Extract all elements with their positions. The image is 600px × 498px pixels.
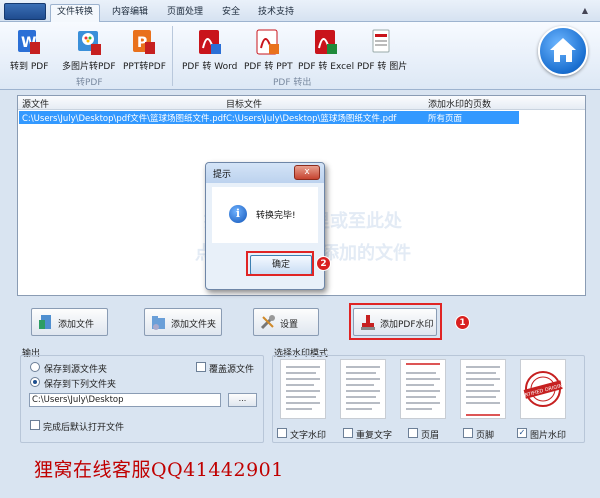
repeat-text-label: 重复文字 (356, 431, 393, 441)
pdf-to-ppt-icon (255, 28, 281, 56)
image-watermark-checkbox[interactable]: ✓ (517, 428, 527, 438)
add-folder-icon (151, 314, 167, 330)
tools-icon (260, 314, 276, 330)
dialog-title: 提示 (213, 170, 232, 180)
file-list-header: 源文件 目标文件 添加水印的页数 (18, 96, 585, 110)
pdf-to-ppt-label: PDF 转 PPT (244, 62, 293, 72)
support-contact-text: 狸窝在线客服QQ41442901 (34, 459, 284, 481)
footer-thumbnail[interactable] (460, 359, 506, 419)
column-target[interactable]: 目标文件 (226, 97, 262, 110)
certified-stamp-icon: CERTIFIED ORIGINAL (518, 371, 569, 407)
home-button[interactable] (538, 26, 588, 76)
images-to-pdf-label: 多图片转PDF (62, 62, 116, 72)
browse-button[interactable]: ... (228, 393, 257, 407)
step-badge-1: 1 (455, 315, 470, 330)
pdf-to-image-icon (369, 28, 395, 56)
text-watermark-checkbox[interactable] (277, 428, 287, 438)
pdf-to-word-icon (197, 28, 223, 56)
dialog-title-bar: 提示 x (206, 163, 324, 183)
tab-security[interactable]: 安全 (216, 5, 246, 22)
tab-file-convert[interactable]: 文件转换 (50, 4, 101, 23)
ppt-to-pdf-button[interactable]: P PPT转PDF (123, 28, 166, 72)
tab-content-edit[interactable]: 内容编辑 (106, 5, 154, 22)
table-row[interactable]: C:\Users\July\Desktop\pdf文件\篮球场图纸文件.pdf … (19, 111, 519, 124)
overwrite-source-label: 覆盖源文件 (209, 365, 255, 375)
pdf-to-image-label: PDF 转 图片 (357, 62, 408, 72)
save-to-folder-radio[interactable] (30, 377, 40, 387)
add-file-label: 添加文件 (58, 320, 95, 330)
word-to-pdf-icon: W (16, 28, 42, 56)
pdf-to-ppt-button[interactable]: PDF 转 PPT (244, 28, 293, 72)
footer-checkbox[interactable] (463, 428, 473, 438)
tab-tech-support[interactable]: 技术支持 (252, 5, 300, 22)
header-checkbox[interactable] (408, 428, 418, 438)
image-watermark-label: 图片水印 (530, 431, 567, 441)
add-file-button[interactable]: 添加文件 (31, 308, 108, 336)
repeat-text-thumbnail[interactable] (340, 359, 386, 419)
repeat-text-checkbox[interactable] (343, 428, 353, 438)
open-after-checkbox[interactable] (30, 420, 40, 430)
ok-highlight-box (246, 251, 314, 276)
text-watermark-thumbnail[interactable] (280, 359, 326, 419)
ribbon-collapse-icon[interactable]: ▲ (582, 6, 588, 15)
images-to-pdf-icon (76, 28, 102, 56)
to-pdf-group-label: 转PDF (76, 78, 103, 88)
pdf-to-image-button[interactable]: PDF 转 图片 (357, 28, 407, 72)
settings-button[interactable]: 设置 (253, 308, 319, 336)
row-target: C:\Users\July\Desktop\篮球场图纸文件.pdf (226, 114, 397, 124)
pdf-to-excel-icon (313, 28, 339, 56)
images-to-pdf-button[interactable]: 多图片转PDF (62, 28, 116, 72)
add-folder-button[interactable]: 添加文件夹 (144, 308, 222, 336)
settings-label: 设置 (280, 320, 299, 330)
column-source[interactable]: 源文件 (22, 97, 49, 110)
output-path-field[interactable]: C:\Users\July\Desktop (29, 393, 221, 407)
word-to-pdf-label: 转到 PDF (10, 62, 49, 72)
dialog-close-button[interactable]: x (294, 165, 320, 180)
open-after-label: 完成后默认打开文件 (43, 423, 125, 433)
word-to-pdf-button[interactable]: W 转到 PDF (10, 28, 48, 72)
home-icon (550, 38, 576, 62)
dialog-message: 转换完毕! (256, 211, 296, 221)
dialog-body: i 转换完毕! (212, 187, 318, 243)
header-label: 页眉 (421, 431, 440, 441)
add-file-icon (38, 314, 54, 330)
pdf-out-group-label: PDF 转出 (273, 78, 312, 88)
ribbon-separator (172, 26, 173, 86)
header-thumbnail[interactable] (400, 359, 446, 419)
tab-page-process[interactable]: 页面处理 (161, 5, 209, 22)
pdf-to-excel-button[interactable]: PDF 转 Excel (298, 28, 354, 72)
image-watermark-thumbnail[interactable]: CERTIFIED ORIGINAL (518, 359, 569, 419)
footer-label: 页脚 (476, 431, 495, 441)
pdf-to-word-button[interactable]: PDF 转 Word (182, 28, 237, 72)
ribbon-tab-bar: 文件转换 内容编辑 页面处理 安全 技术支持 ▲ (0, 0, 600, 23)
watermark-highlight-box (349, 303, 442, 340)
column-pages[interactable]: 添加水印的页数 (428, 97, 491, 110)
save-to-source-label: 保存到源文件夹 (44, 365, 108, 375)
ribbon: W 转到 PDF 多图片转PDF P PPT转PDF 转PDF PDF 转 Wo… (0, 22, 600, 90)
row-source: C:\Users\July\Desktop\pdf文件\篮球场图纸文件.pdf (22, 114, 227, 124)
pdf-to-excel-label: PDF 转 Excel (298, 62, 355, 72)
step-badge-2: 2 (316, 256, 331, 271)
ppt-to-pdf-label: PPT转PDF (123, 62, 166, 72)
app-menu-button[interactable] (4, 3, 46, 20)
add-folder-label: 添加文件夹 (171, 320, 217, 330)
save-to-folder-label: 保存到下列文件夹 (44, 380, 117, 390)
info-icon: i (229, 205, 247, 223)
ppt-to-pdf-icon: P (131, 28, 157, 56)
row-pages: 所有页面 (428, 114, 463, 124)
save-to-source-radio[interactable] (30, 362, 40, 372)
overwrite-source-checkbox[interactable] (196, 362, 206, 372)
pdf-to-word-label: PDF 转 Word (182, 62, 238, 72)
text-watermark-label: 文字水印 (290, 431, 327, 441)
